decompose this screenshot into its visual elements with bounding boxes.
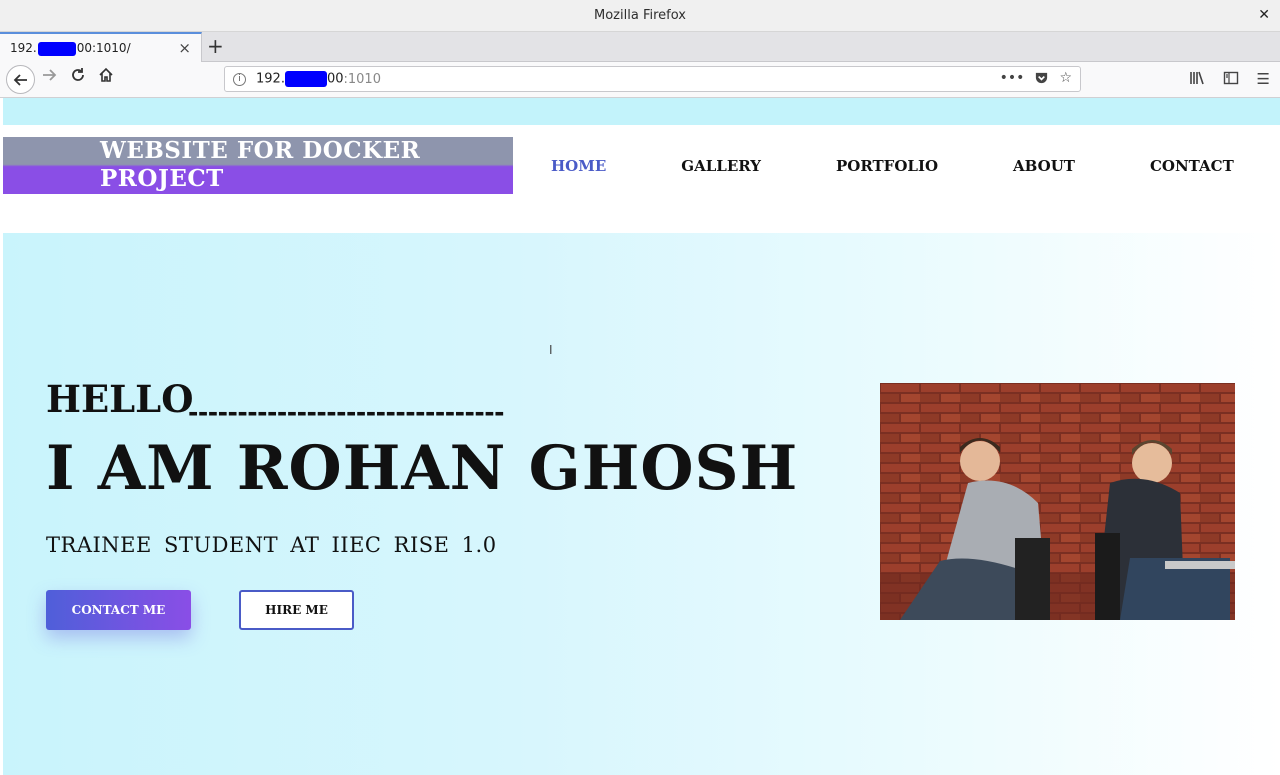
tab-title: 192. 00:1010/	[10, 41, 131, 56]
menu-portfolio[interactable]: PORTFOLIO	[836, 157, 938, 175]
window-titlebar: Mozilla Firefox ✕	[0, 0, 1280, 32]
redaction-mark	[284, 71, 327, 87]
reload-icon[interactable]	[70, 67, 86, 87]
hero-greeting: HELLO	[46, 377, 194, 421]
menu-contact[interactable]: CONTACT	[1150, 157, 1234, 175]
menu-home[interactable]: HOME	[551, 157, 606, 175]
sidebar-icon[interactable]	[1223, 70, 1239, 90]
url-port: :1010	[343, 71, 381, 87]
navigation-toolbar: i 192. 00:1010 ••• ☆ ☰	[0, 62, 1280, 98]
contact-me-button[interactable]: CONTACT ME	[46, 590, 191, 630]
hire-me-button[interactable]: HIRE ME	[239, 590, 354, 630]
close-icon[interactable]: ✕	[1258, 7, 1270, 23]
forward-arrow-icon[interactable]	[41, 67, 57, 87]
pocket-icon[interactable]	[1034, 70, 1049, 89]
menu-about[interactable]: ABOUT	[1013, 157, 1075, 175]
hero-photo	[880, 383, 1235, 620]
plus-icon[interactable]: +	[207, 34, 224, 58]
browser-tab[interactable]: 192. 00:1010/ ×	[0, 32, 202, 63]
library-icon[interactable]	[1189, 70, 1205, 90]
menu-gallery[interactable]: GALLERY	[681, 157, 761, 175]
site-menu: HOME GALLERY PORTFOLIO ABOUT CONTACT	[551, 157, 1234, 175]
close-icon[interactable]: ×	[178, 39, 191, 57]
tab-strip: 192. 00:1010/ × +	[0, 32, 1280, 63]
logo-line-2: PROJECT	[100, 165, 224, 192]
site-logo[interactable]: WEBSITE FOR DOCKER PROJECT	[3, 137, 513, 194]
url-bar[interactable]: i 192. 00:1010 ••• ☆	[224, 66, 1081, 92]
site-header: WEBSITE FOR DOCKER PROJECT HOME GALLERY …	[3, 125, 1280, 233]
info-icon[interactable]: i	[233, 72, 246, 86]
logo-line-1: WEBSITE FOR DOCKER	[100, 137, 421, 164]
hamburger-icon[interactable]: ☰	[1257, 70, 1270, 90]
star-icon[interactable]: ☆	[1059, 70, 1072, 89]
hero-subtitle: TRAINEE STUDENT AT IIEC RISE 1.0	[46, 533, 497, 557]
text-cursor-icon: I	[549, 343, 553, 357]
hero-section: HELLO -------------------------------- I…	[3, 233, 1280, 775]
top-strip	[3, 98, 1280, 125]
back-arrow-icon[interactable]	[6, 65, 35, 94]
redaction-mark	[37, 41, 76, 56]
web-page: WEBSITE FOR DOCKER PROJECT HOME GALLERY …	[3, 98, 1280, 775]
hero-dashes: --------------------------------	[188, 398, 505, 427]
window-title: Mozilla Firefox	[594, 8, 686, 23]
home-icon[interactable]	[98, 67, 114, 87]
more-icon[interactable]: •••	[1000, 70, 1025, 89]
hero-name: I AM ROHAN GHOSH	[46, 433, 799, 504]
url-host: 192. 00	[256, 71, 344, 87]
